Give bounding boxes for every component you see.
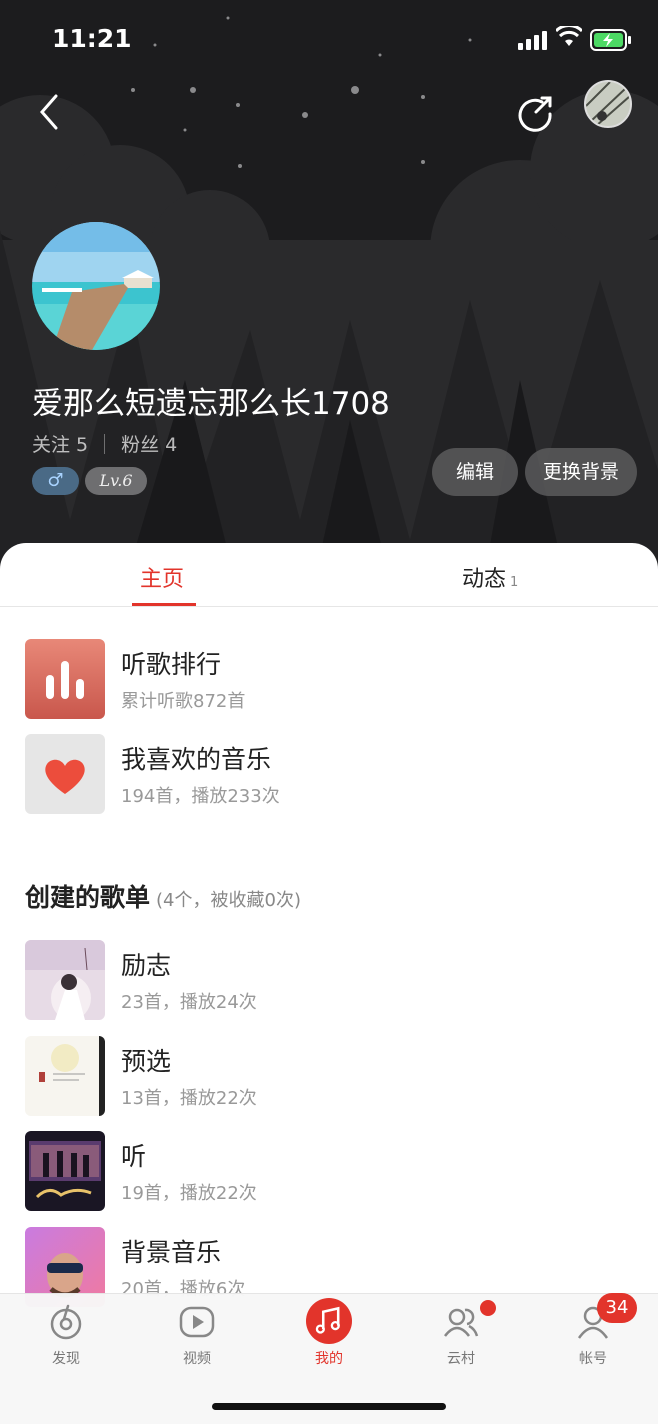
- battery-icon: [590, 29, 631, 51]
- list-item-subtitle: 194首，播放233次: [121, 786, 280, 807]
- divider: [104, 433, 106, 454]
- mini-avatar[interactable]: [584, 80, 632, 128]
- playlist-item[interactable]: 听 19首，播放22次: [25, 1131, 635, 1213]
- playlist-cover: [25, 1036, 105, 1116]
- change-background-button[interactable]: 更换背景: [525, 448, 637, 496]
- list-item-subtitle: 13首，播放22次: [121, 1088, 257, 1109]
- list-item-subtitle: 累计听歌872首: [121, 691, 246, 712]
- level-badge[interactable]: Lv.6: [85, 467, 147, 495]
- community-icon: [444, 1308, 479, 1337]
- gender-badge: ♂: [32, 467, 79, 495]
- tabbar-label: 视频: [183, 1351, 211, 1367]
- list-item-subtitle: 23首，播放24次: [121, 992, 257, 1013]
- profile-page: 11:21 爱那么短遗忘那么长1708 关注 5 粉丝 4 ♂ Lv.6 编辑 …: [0, 0, 658, 1424]
- tab-home[interactable]: 主页: [140, 561, 184, 593]
- tabbar-mine[interactable]: 我的: [284, 1298, 374, 1372]
- profile-header: 11:21 爱那么短遗忘那么长1708 关注 5 粉丝 4 ♂ Lv.6 编辑 …: [0, 0, 658, 600]
- profile-tabs: 主页 动态 1: [0, 543, 658, 607]
- list-item-title: 背景音乐: [121, 1238, 222, 1267]
- tabbar-discover[interactable]: 发现: [21, 1302, 111, 1372]
- notification-dot: [480, 1300, 496, 1316]
- tab-activity-count: 1: [510, 575, 519, 590]
- created-playlists-header: 创建的歌单 (4个，被收藏0次): [25, 878, 301, 914]
- listening-ranking-item[interactable]: 听歌排行 累计听歌872首: [25, 639, 635, 721]
- wifi-icon: [556, 26, 582, 46]
- follow-stats: 关注 5 粉丝 4: [32, 430, 177, 457]
- playlist-item[interactable]: 励志 23首，播放24次: [25, 940, 635, 1022]
- tabbar-label: 帐号: [579, 1351, 607, 1367]
- liked-music-item[interactable]: 我喜欢的音乐 194首，播放233次: [25, 734, 635, 816]
- list-item-title: 我喜欢的音乐: [121, 745, 272, 774]
- status-time: 11:21: [52, 24, 132, 53]
- content-panel: 主页 动态 1 听歌排行 累计听歌872首 我喜欢的音乐 194首，播放233次…: [0, 543, 658, 1424]
- section-title: 创建的歌单: [25, 883, 151, 912]
- back-button[interactable]: [30, 90, 70, 134]
- list-item-subtitle: 19首，播放22次: [121, 1183, 257, 1204]
- list-item-title: 预选: [121, 1047, 172, 1076]
- video-icon: [179, 1306, 215, 1338]
- discover-icon: [50, 1304, 82, 1340]
- notification-count-badge: 34: [597, 1293, 637, 1323]
- tab-activity[interactable]: 动态 1: [462, 561, 518, 593]
- playlist-item[interactable]: 预选 13首，播放22次: [25, 1036, 635, 1118]
- tabbar-label: 我的: [315, 1351, 343, 1367]
- profile-avatar[interactable]: [32, 222, 160, 350]
- edit-profile-button[interactable]: 编辑: [432, 448, 518, 496]
- tabbar-video[interactable]: 视频: [152, 1302, 242, 1372]
- heart-icon: [25, 734, 105, 814]
- music-note-icon: [306, 1298, 352, 1344]
- following-count[interactable]: 关注 5: [32, 430, 88, 457]
- active-tab-indicator: [132, 603, 196, 606]
- section-meta: (4个，被收藏0次): [156, 890, 301, 911]
- tabbar-label: 发现: [52, 1351, 80, 1367]
- home-indicator[interactable]: [212, 1403, 446, 1410]
- signal-icon: [518, 31, 547, 50]
- list-item-title: 听: [121, 1142, 147, 1171]
- status-bar: 11:21: [0, 0, 658, 80]
- playlist-cover: [25, 1131, 105, 1211]
- list-item-title: 励志: [121, 951, 172, 980]
- username: 爱那么短遗忘那么长1708: [32, 386, 390, 422]
- list-item-title: 听歌排行: [121, 650, 222, 679]
- followers-count[interactable]: 粉丝 4: [121, 430, 177, 457]
- playlist-cover: [25, 940, 105, 1020]
- share-button[interactable]: [514, 92, 556, 134]
- tabbar-label: 云村: [447, 1351, 475, 1367]
- ranking-icon: [25, 639, 105, 719]
- tab-activity-label: 动态: [462, 567, 507, 592]
